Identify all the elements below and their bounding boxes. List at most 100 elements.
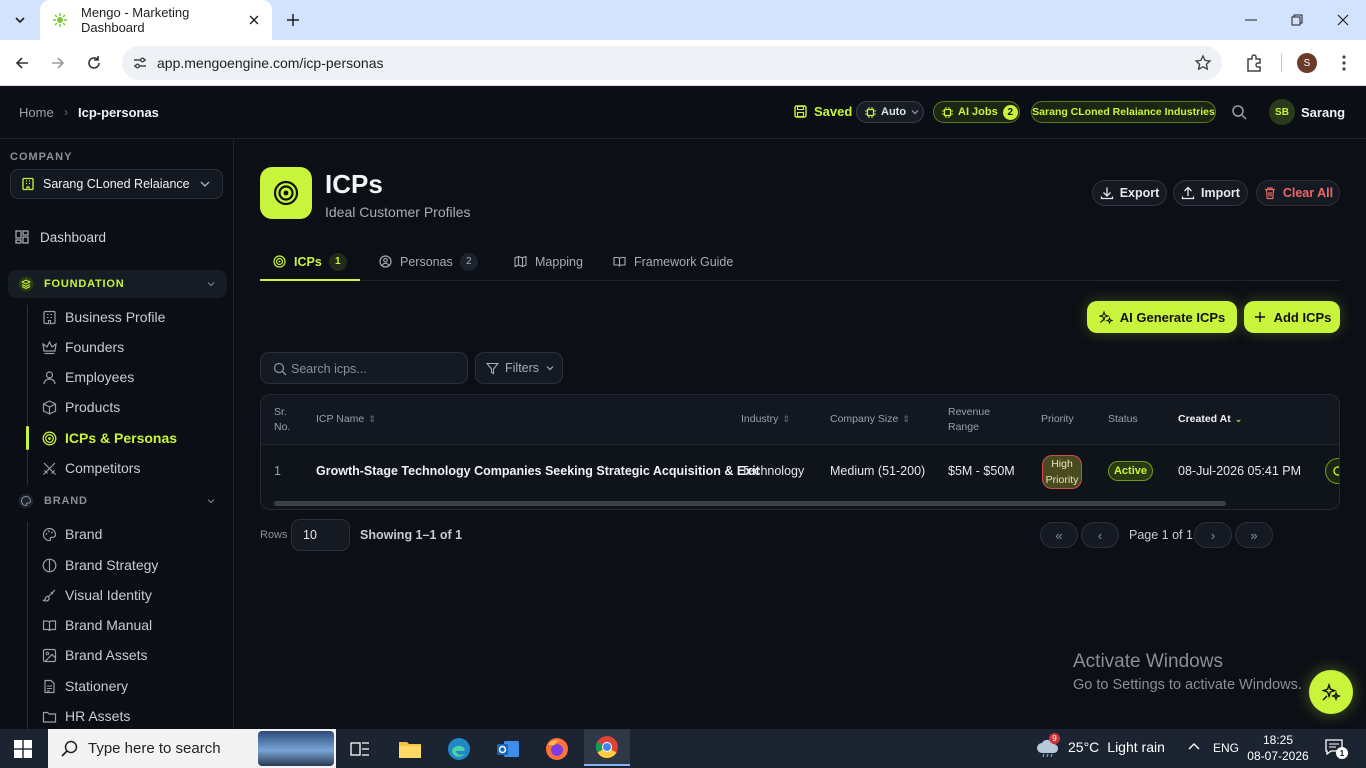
sidebar-item-products[interactable]: Products (41, 395, 120, 419)
document-icon (41, 678, 57, 694)
row-refresh-icon[interactable] (1325, 458, 1339, 484)
bookmark-star-icon[interactable] (1194, 54, 1212, 72)
sidebar-item-stationery[interactable]: Stationery (41, 674, 128, 698)
restore-icon[interactable] (1274, 0, 1320, 40)
user-name[interactable]: Sarang (1301, 105, 1345, 120)
auto-mode-dropdown[interactable]: Auto (856, 101, 924, 123)
column-header-company-size[interactable]: Company Size ⇕ (830, 412, 910, 427)
header-line: No. (274, 421, 291, 433)
column-header-icp-name[interactable]: ICP Name ⇕ (316, 412, 376, 427)
search-input[interactable] (291, 360, 461, 378)
address-bar[interactable]: app.mengoengine.com/icp-personas (122, 46, 1222, 80)
tab-title: Mengo - Marketing Dashboard (81, 5, 190, 35)
column-header-srno: Sr. No. (274, 405, 290, 435)
sidebar-item-business-profile[interactable]: Business Profile (41, 305, 165, 329)
saved-label: Saved (814, 104, 853, 119)
site-info-icon[interactable] (132, 55, 148, 71)
tab-search-chevron-icon[interactable] (6, 6, 34, 34)
next-page-button[interactable]: › (1194, 522, 1232, 548)
column-header-status: Status (1108, 413, 1138, 425)
priority-line: Priority (1045, 474, 1079, 486)
first-page-button[interactable]: « (1040, 522, 1078, 548)
add-icps-button[interactable]: Add ICPs (1244, 301, 1340, 333)
chevron-up-icon[interactable] (1187, 740, 1201, 754)
sidebar-item-label: Business Profile (65, 309, 166, 325)
language-indicator[interactable]: ENG (1213, 741, 1239, 755)
clear-all-button[interactable]: Clear All (1256, 180, 1340, 206)
edge-browser-icon[interactable] (445, 735, 473, 763)
auto-label: Auto (881, 106, 907, 118)
taskbar-search[interactable]: Type here to search (48, 729, 336, 768)
saved-indicator: Saved (794, 104, 852, 119)
tab-personas[interactable]: Personas 2 (379, 243, 478, 280)
target-icon (260, 167, 312, 219)
sidebar-section-foundation[interactable]: FOUNDATION (8, 270, 227, 298)
close-window-icon[interactable] (1320, 0, 1366, 40)
task-view-icon[interactable] (346, 735, 374, 763)
sidebar: COMPANY Sarang CLoned Relaiance ... Dash… (0, 139, 234, 729)
sidebar-item-icps-personas[interactable]: ICPs & Personas (41, 426, 177, 450)
sidebar-item-dashboard[interactable]: Dashboard (14, 224, 106, 250)
url-text[interactable]: app.mengoengine.com/icp-personas (157, 55, 383, 71)
tab-mapping[interactable]: Mapping (514, 243, 583, 280)
sidebar-item-brand-assets[interactable]: Brand Assets (41, 643, 148, 667)
new-tab-icon[interactable] (281, 8, 305, 32)
user-avatar[interactable]: SB (1269, 99, 1295, 125)
browser-tab-bar: Mengo - Marketing Dashboard (0, 0, 1366, 40)
book-open-icon (41, 617, 57, 633)
close-tab-icon[interactable] (244, 10, 264, 30)
prev-page-button[interactable]: ‹ (1081, 522, 1119, 548)
column-header-industry[interactable]: Industry ⇕ (741, 412, 790, 427)
firefox-icon[interactable] (543, 735, 571, 763)
browser-menu-icon[interactable] (1334, 53, 1354, 73)
forward-icon[interactable] (44, 49, 72, 77)
export-button[interactable]: Export (1092, 180, 1167, 206)
company-chip[interactable]: Sarang CLoned Relaiance Industries (1031, 101, 1216, 123)
horizontal-scrollbar[interactable] (274, 501, 1226, 506)
book-open-icon (613, 255, 627, 269)
notification-icon[interactable]: 1 (1325, 739, 1348, 759)
sidebar-item-competitors[interactable]: Competitors (41, 456, 140, 480)
sidebar-section-brand[interactable]: BRAND (8, 487, 227, 515)
column-header-created-at[interactable]: Created At ⌄ (1178, 412, 1242, 427)
cell-icp-name[interactable]: Growth-Stage Technology Companies Seekin… (316, 464, 760, 478)
sidebar-item-brand-strategy[interactable]: Brand Strategy (41, 553, 158, 577)
file-explorer-icon[interactable] (396, 735, 424, 763)
sidebar-item-brand-manual[interactable]: Brand Manual (41, 613, 152, 637)
breadcrumb-home[interactable]: Home (19, 105, 54, 120)
reload-icon[interactable] (80, 49, 108, 77)
last-page-button[interactable]: » (1235, 522, 1273, 548)
sidebar-item-hr-assets[interactable]: HR Assets (41, 704, 130, 728)
search-icon[interactable] (1231, 104, 1248, 121)
ai-generate-icps-button[interactable]: AI Generate ICPs (1087, 301, 1237, 333)
ai-jobs-button[interactable]: AI Jobs 2 (933, 101, 1020, 123)
sidebar-item-founders[interactable]: Founders (41, 335, 124, 359)
main-content: ICPs Ideal Customer Profiles Export Impo… (235, 139, 1366, 729)
tab-label: ICPs (294, 254, 322, 269)
filters-button[interactable]: Filters (475, 352, 563, 384)
column-header-revenue[interactable]: Revenue Range (948, 405, 990, 435)
outlook-icon[interactable] (494, 735, 522, 763)
tab-icps[interactable]: ICPs 1 (273, 243, 347, 280)
import-button[interactable]: Import (1173, 180, 1248, 206)
extensions-icon[interactable] (1243, 52, 1265, 74)
sidebar-item-employees[interactable]: Employees (41, 365, 134, 389)
profile-avatar[interactable]: S (1297, 53, 1317, 73)
company-selector[interactable]: Sarang CLoned Relaiance ... (10, 169, 223, 199)
sidebar-item-label: Competitors (65, 460, 141, 476)
back-icon[interactable] (8, 49, 36, 77)
browser-tab[interactable]: Mengo - Marketing Dashboard (40, 0, 272, 40)
windows-start-icon[interactable] (14, 740, 32, 758)
rows-per-page-input[interactable]: 10 (291, 519, 350, 551)
weather-temp: 25°C (1068, 739, 1100, 755)
weather-widget[interactable]: 9 25°C Light rain (1036, 733, 1165, 758)
ai-assistant-fab[interactable] (1309, 670, 1353, 714)
minimize-icon[interactable] (1228, 0, 1274, 40)
sidebar-item-brand[interactable]: Brand (41, 522, 102, 546)
chrome-icon[interactable] (584, 729, 630, 766)
sidebar-item-label: Employees (65, 369, 135, 385)
header-line: Revenue (948, 406, 991, 418)
clock[interactable]: 18:25 08-07-2026 (1246, 732, 1310, 764)
sidebar-item-visual-identity[interactable]: Visual Identity (41, 583, 152, 607)
tab-framework-guide[interactable]: Framework Guide (613, 243, 733, 280)
